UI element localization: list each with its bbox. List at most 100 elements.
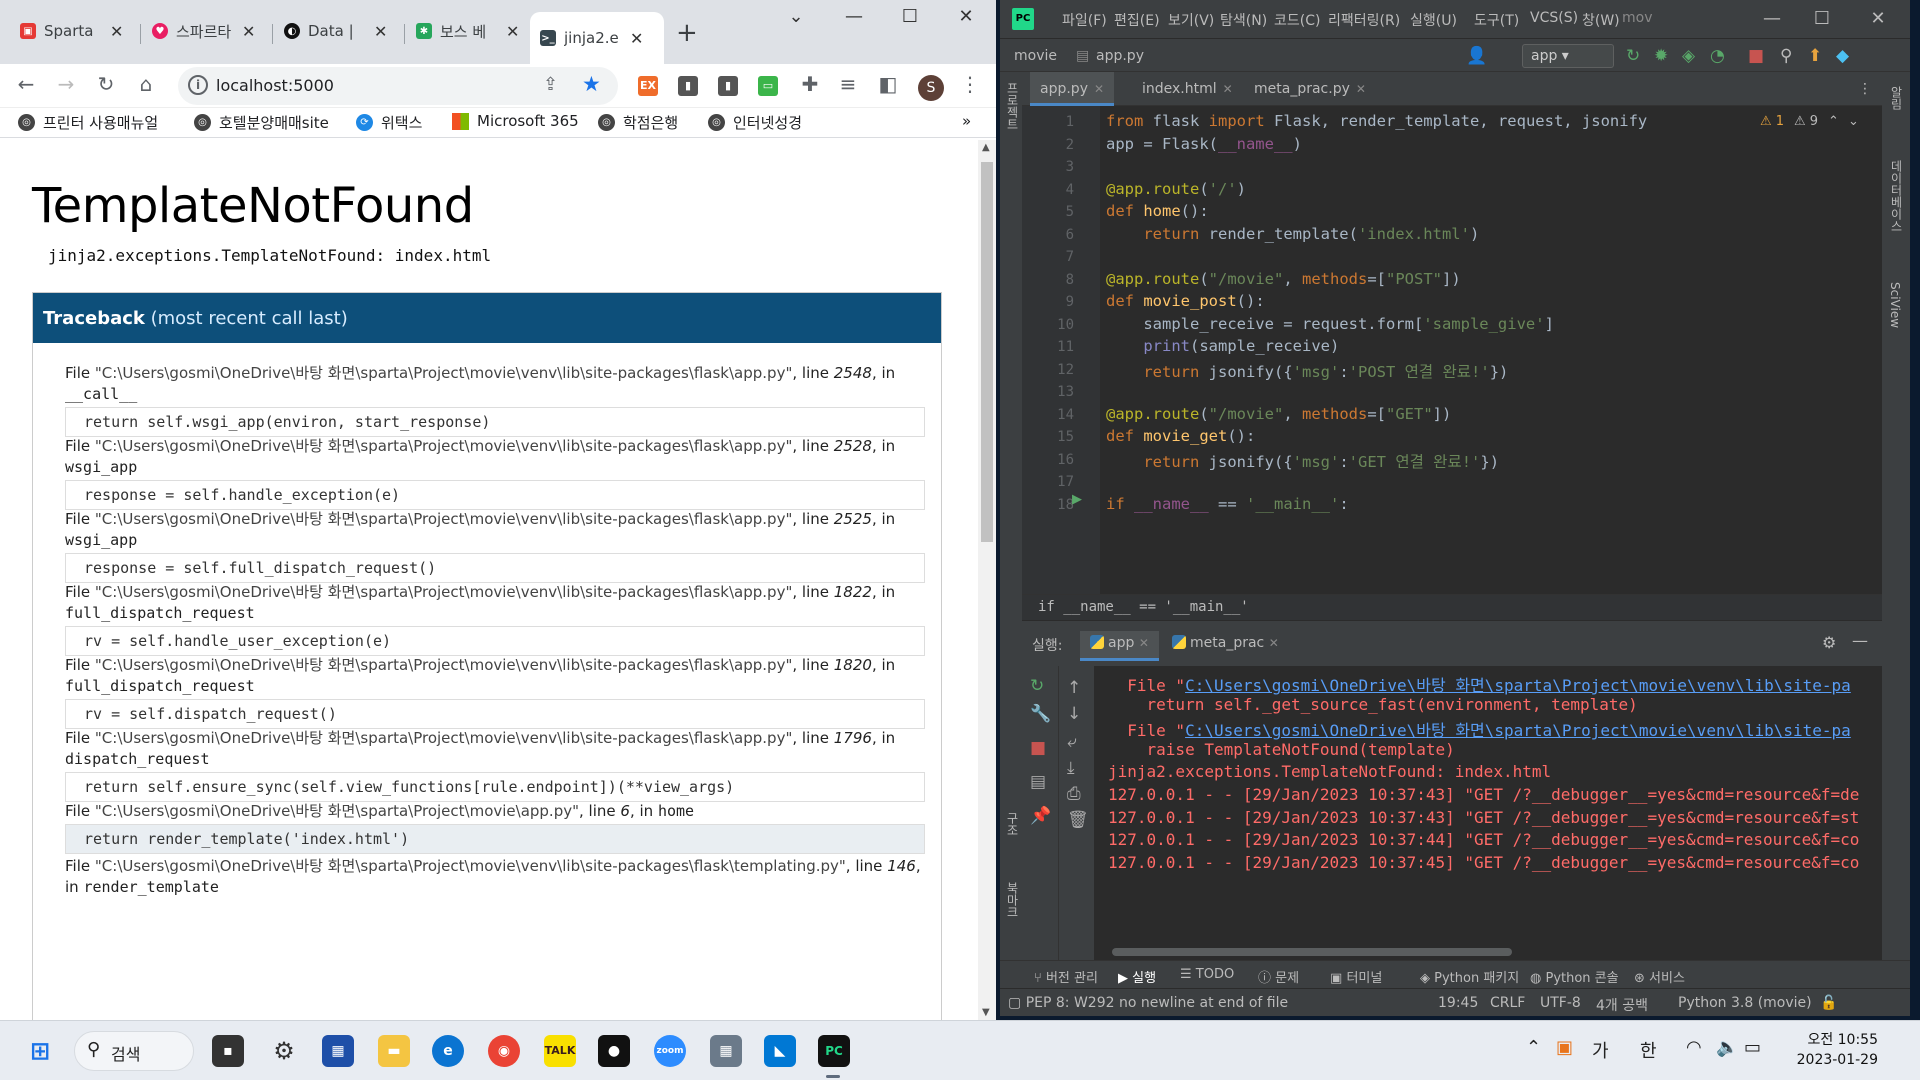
- reload-icon[interactable]: ↻: [92, 72, 120, 96]
- code-editor[interactable]: 1 2 3 4 5 6 7 8 9 10 11 12 13 14 15 16 17 18 ▶ from flask …: [1022, 106, 1882, 594]
- file-crumb[interactable]: app.py: [1096, 48, 1144, 64]
- tab-search-icon[interactable]: ⌄: [776, 6, 816, 27]
- file-link[interactable]: C:\Users\gosmi\OneDrive\바탕 화면\sparta\Pro…: [1185, 676, 1851, 695]
- rerun-icon[interactable]: ↻: [1626, 46, 1640, 66]
- caret-position[interactable]: 19:45: [1438, 995, 1478, 1011]
- address-url[interactable]: localhost:5000: [216, 76, 334, 95]
- extension-reader-icon[interactable]: ▮: [678, 76, 698, 96]
- traceback-frame[interactable]: File "C:\Users\gosmi\OneDrive\바탕 화면\spar…: [65, 363, 925, 437]
- code-line[interactable]: def home():: [1106, 202, 1209, 220]
- bottom-tool-4[interactable]: ▣ 터미널: [1330, 967, 1382, 986]
- soft-wrap-icon[interactable]: ⤶: [1067, 732, 1077, 752]
- settings-gear-icon[interactable]: ⚙: [268, 1035, 300, 1067]
- code-line[interactable]: @app.route('/'): [1106, 180, 1246, 198]
- prev-highlight-icon[interactable]: ⌃: [1828, 114, 1839, 129]
- obs-icon[interactable]: ●: [598, 1035, 630, 1067]
- forward-icon[interactable]: →: [52, 72, 80, 96]
- chrome-menu-icon[interactable]: ⋮: [956, 72, 984, 96]
- pin-icon[interactable]: 📌: [1030, 806, 1051, 826]
- stop-icon[interactable]: ■: [1030, 738, 1046, 758]
- frame-code[interactable]: rv = self.dispatch_request(): [65, 699, 925, 729]
- windows-start-icon[interactable]: ⊞: [24, 1035, 56, 1067]
- project-tool-button[interactable]: 프로젝트: [1004, 82, 1021, 130]
- pycharm-icon[interactable]: PC: [818, 1035, 850, 1067]
- close-tab-icon[interactable]: ✕: [1094, 82, 1104, 96]
- settings-gear-icon[interactable]: ⚙: [1822, 633, 1836, 652]
- close-tab-icon[interactable]: ✕: [1223, 82, 1233, 96]
- code-line[interactable]: return jsonify({'msg':'GET 연결 완료!'}): [1106, 450, 1499, 472]
- close-tab-icon[interactable]: ✕: [242, 22, 255, 41]
- traceback-frame[interactable]: File "C:\Users\gosmi\OneDrive\바탕 화면\spar…: [65, 509, 925, 583]
- indent-setting[interactable]: 4개 공백: [1596, 995, 1648, 1015]
- menu-item[interactable]: 실행(U): [1410, 10, 1457, 30]
- scrollbar-thumb[interactable]: [1112, 948, 1512, 956]
- print-icon[interactable]: ⎙: [1067, 784, 1081, 804]
- menu-item[interactable]: 파일(F): [1062, 10, 1107, 30]
- trash-icon[interactable]: 🗑: [1067, 810, 1089, 830]
- code-line[interactable]: if __name__ == '__main__':: [1106, 495, 1349, 513]
- file-explorer-icon[interactable]: ▬: [378, 1035, 410, 1067]
- bottom-tool-0[interactable]: ⑂ 버전 관리: [1034, 967, 1098, 986]
- hide-panel-icon[interactable]: —: [1852, 631, 1868, 650]
- lock-icon[interactable]: 🔓: [1820, 995, 1837, 1011]
- battery-icon[interactable]: ▭: [1744, 1037, 1761, 1058]
- bottom-tool-6[interactable]: ◍ Python 콘솔: [1530, 967, 1619, 986]
- update-icon[interactable]: ⬆: [1808, 46, 1822, 66]
- bottom-tool-3[interactable]: ⓘ 문제: [1258, 967, 1299, 986]
- code-line[interactable]: return render_template('index.html'): [1106, 225, 1479, 243]
- chrome-icon[interactable]: ◉: [488, 1035, 520, 1067]
- code-breadcrumb[interactable]: if __name__ == '__main__': [1022, 594, 1882, 620]
- run-console[interactable]: File "C:\Users\gosmi\OneDrive\바탕 화면\spar…: [1094, 666, 1878, 946]
- bookmark-item[interactable]: ◎ 인터넷성경: [708, 112, 802, 133]
- close-tab-icon[interactable]: ✕: [630, 29, 643, 48]
- volume-icon[interactable]: 🔈: [1716, 1037, 1738, 1058]
- frame-code[interactable]: response = self.handle_exception(e): [65, 480, 925, 510]
- menu-item[interactable]: 창(W): [1582, 10, 1620, 30]
- wifi-icon[interactable]: ◠: [1686, 1037, 1702, 1058]
- error-count[interactable]: ⚠ 1: [1760, 114, 1784, 129]
- scroll-up-icon[interactable]: ↑: [1067, 678, 1081, 698]
- code-line[interactable]: @app.route("/movie", methods=["GET"]): [1106, 405, 1451, 423]
- menu-item[interactable]: 리팩터링(R): [1328, 10, 1400, 30]
- close-tab-icon[interactable]: ✕: [374, 22, 387, 41]
- traceback-frame[interactable]: File "C:\Users\gosmi\OneDrive\바탕 화면\spar…: [65, 801, 925, 854]
- close-tab-icon[interactable]: ✕: [110, 22, 123, 41]
- frame-code[interactable]: return self.ensure_sync(self.view_functi…: [65, 772, 925, 802]
- menu-item[interactable]: 탐색(N): [1220, 10, 1267, 30]
- frame-code[interactable]: return render_template('index.html'): [65, 824, 925, 854]
- bookmarks-tool-button[interactable]: 북마크: [1004, 882, 1021, 918]
- ime-mode[interactable]: 한: [1640, 1037, 1657, 1063]
- scroll-up-icon[interactable]: ▲: [982, 142, 990, 153]
- profile-icon[interactable]: ◔: [1710, 46, 1725, 66]
- code-line[interactable]: return jsonify({'msg':'POST 연결 완료!'}): [1106, 360, 1508, 382]
- panel-toggle-icon[interactable]: ▢: [1008, 995, 1021, 1011]
- vscode-icon[interactable]: ◣: [764, 1035, 796, 1067]
- frame-code[interactable]: rv = self.handle_user_exception(e): [65, 626, 925, 656]
- tab-menu-icon[interactable]: ⋮: [1848, 72, 1882, 106]
- new-tab-button[interactable]: +: [676, 18, 698, 48]
- traceback-frame[interactable]: File "C:\Users\gosmi\OneDrive\바탕 화면\spar…: [65, 728, 925, 802]
- line-separator[interactable]: CRLF: [1490, 995, 1525, 1011]
- browser-tab-2[interactable]: ♥ 스파르타 ✕: [142, 10, 265, 52]
- code-line[interactable]: sample_receive = request.form['sample_gi…: [1106, 315, 1554, 333]
- file-encoding[interactable]: UTF-8: [1540, 995, 1581, 1011]
- tab-index-html[interactable]: index.html ✕: [1132, 72, 1243, 106]
- task-view-icon[interactable]: ▪: [212, 1035, 244, 1067]
- coverage-icon[interactable]: ◈: [1682, 46, 1695, 66]
- bookmark-item[interactable]: ⟳ 위택스: [356, 112, 422, 133]
- close-tab-icon[interactable]: ✕: [506, 22, 519, 41]
- menu-item[interactable]: VCS(S): [1530, 10, 1578, 26]
- code-line[interactable]: def movie_get():: [1106, 427, 1255, 445]
- close-window-button[interactable]: ✕: [1856, 8, 1900, 29]
- tray-app-icon[interactable]: ▣: [1556, 1037, 1573, 1058]
- bookmark-item[interactable]: ◎ 호텔분양매매site: [194, 112, 329, 133]
- next-highlight-icon[interactable]: ⌄: [1848, 114, 1859, 129]
- store-icon[interactable]: ▦: [322, 1035, 354, 1067]
- ime-hangul[interactable]: 가: [1592, 1037, 1609, 1063]
- run-gutter-icon[interactable]: ▶: [1072, 492, 1082, 507]
- frame-code[interactable]: return self.wsgi_app(environ, start_resp…: [65, 407, 925, 437]
- run-tab-meta-prac[interactable]: meta_prac ✕: [1162, 631, 1289, 661]
- page-scrollbar[interactable]: ▲ ▼: [978, 140, 996, 1020]
- python-interpreter[interactable]: Python 3.8 (movie): [1678, 995, 1812, 1011]
- menu-item[interactable]: 보기(V): [1168, 10, 1214, 30]
